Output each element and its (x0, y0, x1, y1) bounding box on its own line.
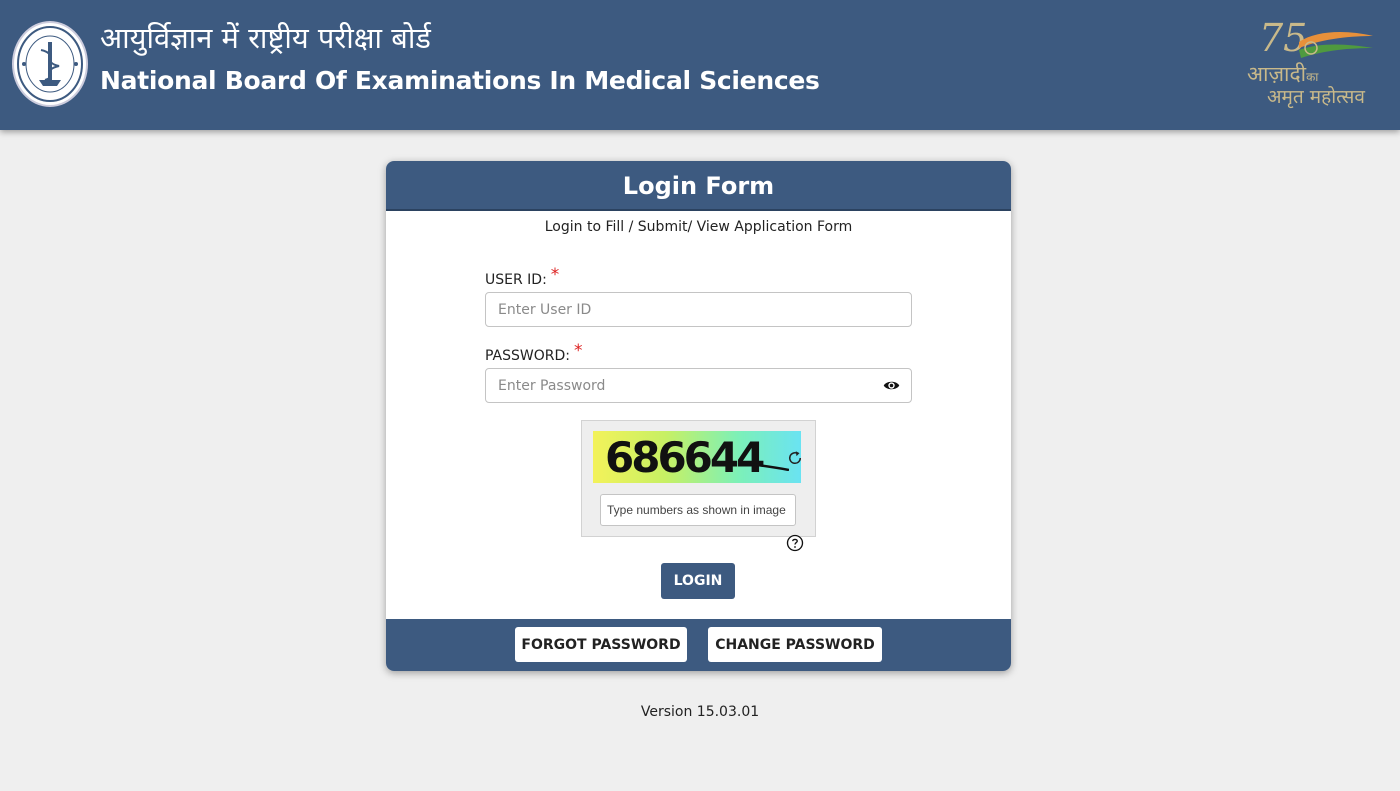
captcha-panel: 686644 (581, 420, 816, 537)
user-id-label: USER ID: * (485, 265, 559, 289)
help-circle-icon[interactable] (786, 534, 804, 552)
azadi-ka-amrit-mahotsav-logo: 75 आज़ादीका अमृत महोत्सव (1247, 16, 1392, 112)
azadi-line-2: अमृत महोत्सव (1267, 86, 1365, 108)
captcha-code: 686644 (605, 433, 765, 482)
password-label-text: PASSWORD: (485, 348, 570, 364)
required-mark: * (550, 265, 560, 285)
login-form-title: Login Form (386, 161, 1011, 211)
header-bar: आयुर्विज्ञान में राष्ट्रीय परीक्षा बोर्ड… (0, 0, 1400, 130)
nbems-seal-logo (12, 21, 88, 107)
password-input[interactable] (485, 368, 912, 403)
captcha-noise-line (743, 461, 789, 471)
org-name-hindi: आयुर्विज्ञान में राष्ट्रीय परीक्षा बोर्ड (100, 21, 431, 55)
seal-emblem-icon (17, 26, 83, 102)
captcha-image: 686644 (593, 431, 801, 483)
eye-icon[interactable] (883, 377, 900, 394)
flag-swoosh-icon (1299, 32, 1373, 58)
user-id-input[interactable] (485, 292, 912, 327)
refresh-icon[interactable] (786, 449, 804, 467)
org-name-english: National Board Of Examinations In Medica… (100, 66, 820, 95)
password-label: PASSWORD: * (485, 341, 582, 365)
version-text: Version 15.03.01 (640, 704, 760, 720)
forgot-password-button[interactable]: FORGOT PASSWORD (515, 627, 687, 662)
login-card: Login Form Login to Fill / Submit/ View … (386, 161, 1011, 671)
required-mark: * (573, 341, 583, 361)
login-form-subtitle: Login to Fill / Submit/ View Application… (544, 219, 853, 235)
user-id-label-text: USER ID: (485, 272, 547, 288)
change-password-button[interactable]: CHANGE PASSWORD (708, 627, 882, 662)
azadi-line-1-small: का (1306, 70, 1319, 84)
captcha-input[interactable] (600, 494, 796, 526)
login-button[interactable]: LOGIN (661, 563, 735, 599)
login-card-footer: FORGOT PASSWORD CHANGE PASSWORD (386, 619, 1011, 671)
